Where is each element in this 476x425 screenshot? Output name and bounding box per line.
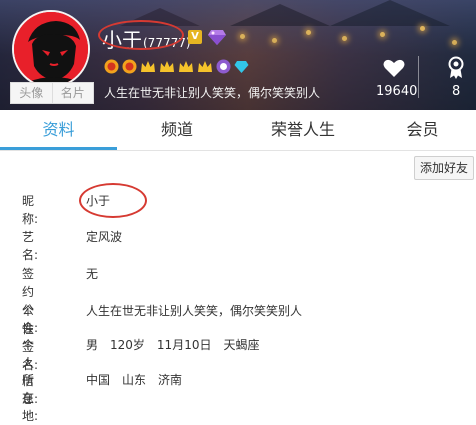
gender-value: 男 xyxy=(86,338,99,352)
info-value: 人生在世无非让别人笑笑，偶尔笑笑别人 xyxy=(86,304,303,318)
highlight-circle xyxy=(98,20,184,50)
card-button[interactable]: 名片 xyxy=(51,83,94,103)
crown-icon xyxy=(198,60,212,72)
age-value: 120岁 xyxy=(110,338,145,352)
tab-channel[interactable]: 频道 xyxy=(117,110,237,150)
gem-icon xyxy=(208,30,226,45)
crown-icon xyxy=(141,60,155,72)
info-value: 无 xyxy=(86,267,99,281)
highlight-circle xyxy=(79,183,147,218)
crown-icon xyxy=(160,60,174,72)
avatar-button[interactable]: 头像 xyxy=(11,83,52,103)
ribbon-icon[interactable] xyxy=(448,56,464,80)
tab-honor[interactable]: 荣誉人生 xyxy=(237,110,369,150)
info-label: 昵 称: xyxy=(22,194,47,226)
medal-icon xyxy=(104,59,119,74)
diamond-icon xyxy=(234,61,249,73)
avatar-button-group: 头像 名片 xyxy=(10,82,94,104)
info-label: 所 在 地: xyxy=(22,373,39,423)
tab-membership[interactable]: 会员 xyxy=(369,110,476,150)
tab-profile[interactable]: 资料 xyxy=(0,110,117,150)
info-label: 艺 名: xyxy=(22,230,47,262)
zodiac-value: 天蝎座 xyxy=(223,338,260,352)
info-value: 定风波 xyxy=(86,230,123,244)
info-value: 中国 山东 济南 xyxy=(86,371,182,389)
tab-bar: 资料 频道 荣誉人生 会员 xyxy=(0,110,476,151)
active-tab-indicator xyxy=(0,147,117,150)
rank-count: 8 xyxy=(452,84,461,99)
avatar[interactable] xyxy=(12,10,90,88)
birthday-value: 11月10日 xyxy=(156,338,212,352)
medal-icon xyxy=(122,59,137,74)
header-signature: 人生在世无非让别人笑笑，偶尔笑笑别人 xyxy=(104,86,321,100)
country-value: 中国 xyxy=(86,373,111,387)
info-value: 男 120岁 11月10日 天蝎座 xyxy=(86,336,259,354)
vip-badge: V xyxy=(188,30,202,44)
add-friend-button[interactable]: 添加好友 xyxy=(414,156,474,180)
shield-icon xyxy=(216,59,231,74)
province-value: 山东 xyxy=(122,373,147,387)
heart-icon[interactable] xyxy=(383,58,405,78)
badge-row xyxy=(104,59,249,74)
stat-divider xyxy=(418,56,419,98)
likes-count: 19640 xyxy=(376,84,418,99)
crown-icon xyxy=(179,60,193,72)
city-value: 济南 xyxy=(158,373,183,387)
